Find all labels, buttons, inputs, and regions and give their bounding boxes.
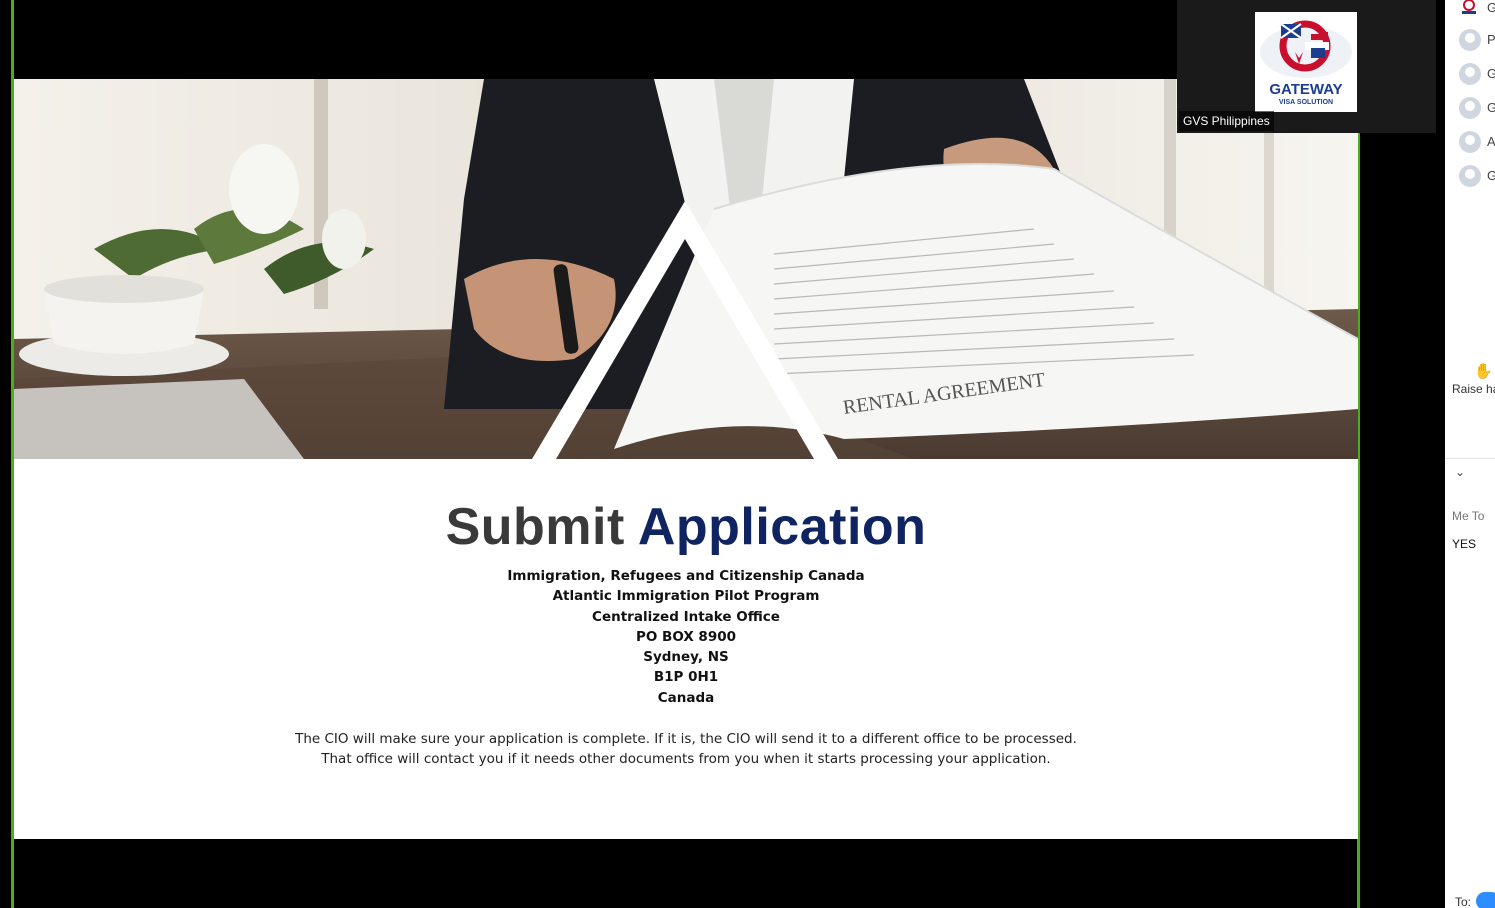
logo-text: GATEWAY (1269, 81, 1342, 98)
address-line: Canada (657, 689, 715, 706)
raise-hand-button[interactable]: Raise ha (1452, 382, 1495, 396)
participant-initial: G (1487, 100, 1495, 115)
participant-name: GVS Philippines (1179, 111, 1274, 131)
participant-row[interactable]: G (1445, 164, 1495, 188)
avatar-icon (1459, 29, 1481, 51)
gateway-logo: GATEWAY VISA SOLUTION (1255, 12, 1357, 112)
address-line: B1P 0H1 (653, 669, 719, 686)
body-line: That office will contact you if it needs… (321, 751, 1051, 767)
participant-row[interactable]: G (1445, 96, 1495, 120)
chat-message-text: YES (1452, 537, 1477, 551)
slide-photo: RENTAL AGREEMENT (14, 79, 1358, 459)
shared-screen: RENTAL AGREEMENT Submit Application Immi… (0, 0, 1445, 908)
participant-initial: A (1487, 134, 1495, 149)
slide-title: Submit Application (14, 497, 1358, 557)
body-line: The CIO will make sure your application … (295, 731, 1077, 747)
avatar-icon (1459, 97, 1481, 119)
participant-initial: G (1487, 66, 1495, 81)
participant-initial: G (1487, 0, 1495, 15)
address-line: Sydney, NS (643, 649, 729, 666)
participant-row[interactable]: P (1445, 28, 1495, 52)
participant-row[interactable]: G (1445, 0, 1495, 20)
document-handover-image: RENTAL AGREEMENT (14, 79, 1358, 459)
chat-message-header: Me To (1452, 509, 1485, 523)
participant-initial: P (1487, 32, 1495, 47)
gateway-avatar-icon (1459, 0, 1479, 16)
address-line: Centralized Intake Office (592, 608, 780, 625)
participant-initial: G (1487, 168, 1495, 183)
mailing-address: Immigration, Refugees and Citizenship Ca… (14, 566, 1358, 708)
chevron-down-icon[interactable]: ⌄ (1455, 465, 1465, 479)
participant-row[interactable]: G (1445, 62, 1495, 86)
avatar-icon (1459, 63, 1481, 85)
chat-to-label: To: (1455, 895, 1472, 908)
avatar-icon (1459, 131, 1481, 153)
side-panel: G P G G A G ✋ Raise ha ⌄ Me To YES To: (1445, 0, 1495, 908)
title-word-application: Application (637, 498, 927, 556)
chat-recipient-dropdown[interactable] (1476, 892, 1495, 908)
presentation-slide: RENTAL AGREEMENT Submit Application Immi… (14, 79, 1358, 839)
address-line: PO BOX 8900 (635, 628, 737, 645)
avatar-icon (1459, 165, 1481, 187)
raise-hand-icon[interactable]: ✋ (1474, 362, 1493, 380)
address-line: Immigration, Refugees and Citizenship Ca… (507, 568, 865, 584)
logo-subtext: VISA SOLUTION (1279, 99, 1333, 106)
title-word-submit: Submit (445, 498, 625, 556)
participant-row[interactable]: A (1445, 130, 1495, 154)
panel-divider (1445, 458, 1495, 459)
address-line: Atlantic Immigration Pilot Program (552, 588, 820, 605)
slide-body: The CIO will make sure your application … (14, 729, 1358, 769)
participant-video-tile[interactable]: GATEWAY VISA SOLUTION GVS Philippines (1177, 0, 1436, 133)
